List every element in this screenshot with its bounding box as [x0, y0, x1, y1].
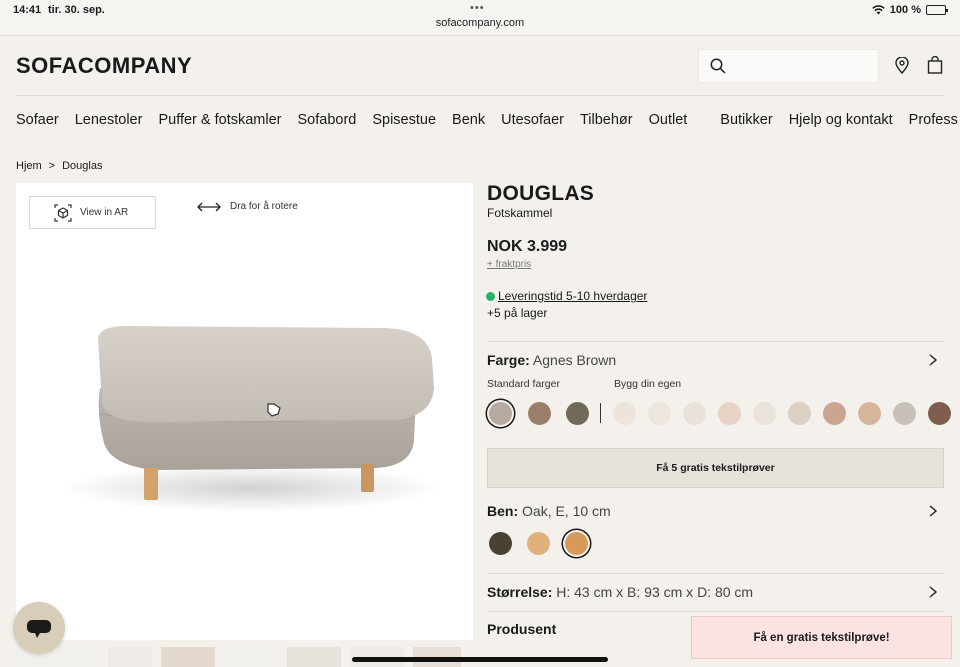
color-label: Farge: — [487, 352, 530, 368]
stock-status: +5 på lager — [487, 306, 548, 320]
chat-icon — [27, 620, 51, 638]
leg-swatch[interactable] — [489, 532, 512, 555]
thumbnail[interactable] — [108, 647, 152, 667]
color-swatch[interactable] — [527, 402, 551, 425]
custom-color-swatch[interactable] — [893, 402, 916, 425]
header-divider — [16, 95, 944, 96]
custom-color-swatch[interactable] — [928, 402, 951, 425]
section-divider — [487, 611, 944, 612]
size-label: Størrelse: — [487, 584, 553, 600]
free-samples-button[interactable]: Få 5 gratis tekstilprøver — [487, 448, 944, 488]
leg-swatch[interactable] — [527, 532, 550, 555]
standard-colors-label: Standard farger — [487, 378, 560, 390]
custom-color-swatch[interactable] — [858, 402, 881, 425]
legs-label: Ben: — [487, 503, 519, 519]
nav-item-spisestue[interactable]: Spisestue — [372, 112, 436, 128]
custom-colors-label: Bygg din egen — [614, 378, 682, 390]
breadcrumb-home[interactable]: Hjem — [16, 160, 42, 172]
shopping-bag-icon[interactable] — [927, 56, 943, 74]
breadcrumb: Hjem > Douglas — [16, 160, 102, 172]
swatch-separator — [600, 403, 601, 423]
nav-item-tilbehor[interactable]: Tilbehør — [580, 112, 633, 128]
product-type: Fotskammel — [487, 206, 553, 220]
legs-row[interactable]: Ben: Oak, E, 10 cm — [487, 503, 611, 519]
custom-color-swatch[interactable] — [648, 402, 671, 425]
free-sample-toast[interactable]: Få en gratis tekstilprøve! — [691, 616, 952, 659]
wifi-icon — [872, 5, 885, 15]
product-title: DOUGLAS — [487, 182, 595, 205]
section-divider — [487, 341, 944, 342]
nav-item-sofabord[interactable]: Sofabord — [297, 112, 356, 128]
freight-link[interactable]: + fraktpris — [487, 259, 531, 270]
nav-item-utesofaer[interactable]: Utesofaer — [501, 112, 564, 128]
ottoman-product-image[interactable] — [56, 318, 441, 518]
breadcrumb-current: Douglas — [62, 160, 103, 172]
custom-color-swatch[interactable] — [753, 402, 776, 425]
legs-value: Oak, E, 10 cm — [522, 503, 611, 519]
chat-button[interactable] — [13, 602, 65, 654]
status-indicators: 100 % — [872, 4, 948, 16]
color-swatch[interactable] — [566, 402, 589, 425]
search-input[interactable] — [698, 49, 879, 83]
thumbnail[interactable] — [161, 647, 215, 667]
home-indicator[interactable] — [352, 657, 608, 662]
chevron-right-icon[interactable] — [928, 353, 938, 367]
in-stock-dot-icon — [486, 292, 495, 301]
battery-icon — [926, 5, 948, 15]
leg-swatch[interactable] — [565, 532, 588, 555]
main-nav: Sofaer Lenestoler Puffer & fotskamler So… — [16, 112, 960, 128]
custom-color-swatch[interactable] — [823, 402, 846, 425]
status-date: tir. 30. sep. — [48, 4, 105, 16]
product-price: NOK 3.999 — [487, 238, 568, 255]
size-row[interactable]: Størrelse: H: 43 cm x B: 93 cm x D: 80 c… — [487, 584, 753, 600]
custom-color-swatch[interactable] — [683, 402, 706, 425]
chevron-right-icon[interactable] — [928, 504, 938, 518]
producer-heading[interactable]: Produsent — [487, 621, 556, 637]
view-in-ar-label: View in AR — [80, 207, 129, 218]
ar-cube-icon — [54, 203, 72, 222]
nav-item-profess[interactable]: Profess — [909, 112, 958, 128]
breadcrumb-separator: > — [48, 160, 56, 172]
color-row[interactable]: Farge: Agnes Brown — [487, 352, 616, 368]
size-value: H: 43 cm x B: 93 cm x D: 80 cm — [556, 584, 754, 600]
logo[interactable]: SOFACOMPANY — [16, 53, 192, 79]
address-bar-url[interactable]: sofacompany.com — [0, 17, 960, 29]
status-time: 14:41 — [13, 4, 42, 16]
color-swatch[interactable] — [489, 402, 512, 425]
nav-item-butikker[interactable]: Butikker — [720, 112, 772, 128]
battery-percentage: 100 % — [889, 4, 921, 16]
thumbnail[interactable] — [224, 647, 278, 667]
custom-color-swatch[interactable] — [613, 402, 636, 425]
search-icon — [710, 58, 726, 74]
rotate-arrows-icon — [197, 202, 221, 211]
nav-item-hjelp-og-kontakt[interactable]: Hjelp og kontakt — [789, 112, 893, 128]
product-3d-viewer[interactable]: View in AR Dra for å rotere — [16, 183, 473, 640]
nav-item-outlet[interactable]: Outlet — [649, 112, 688, 128]
nav-item-lenestoler[interactable]: Lenestoler — [75, 112, 143, 128]
custom-color-swatch[interactable] — [788, 402, 811, 425]
more-dots-icon[interactable]: ••• — [470, 2, 485, 14]
rotate-hint-label: Dra for å rotere — [230, 201, 298, 212]
nav-item-benk[interactable]: Benk — [452, 112, 485, 128]
custom-color-swatch[interactable] — [718, 402, 741, 425]
thumbnail[interactable] — [287, 647, 341, 667]
color-value: Agnes Brown — [532, 352, 617, 368]
chevron-right-icon[interactable] — [928, 585, 938, 599]
section-divider — [487, 573, 944, 574]
status-bar: 14:41 tir. 30. sep. ••• sofacompany.com … — [0, 0, 960, 36]
nav-item-sofaer[interactable]: Sofaer — [16, 112, 59, 128]
location-pin-icon[interactable] — [894, 57, 910, 74]
delivery-time-link[interactable]: Leveringstid 5-10 hverdager — [498, 289, 647, 303]
rotate-hint: Dra for å rotere — [196, 201, 298, 212]
nav-item-puffer-fotskamler[interactable]: Puffer & fotskamler — [158, 112, 281, 128]
view-in-ar-button[interactable]: View in AR — [29, 196, 156, 229]
